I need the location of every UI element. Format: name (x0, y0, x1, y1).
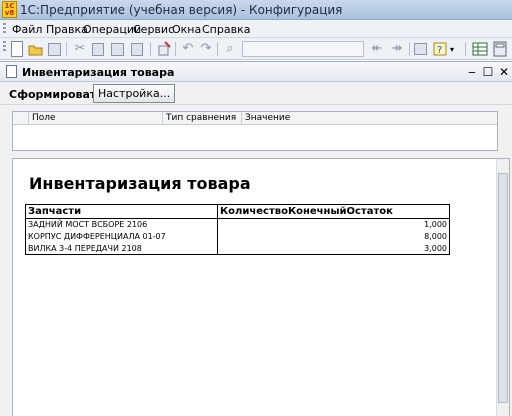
report-spreadsheet[interactable]: Инвентаризация товара Запчасти Количеств… (12, 158, 510, 416)
cell-part-name: ВИЛКА 3-4 ПЕРЕДАЧИ 2108 (25, 242, 218, 255)
toolbar-separator (217, 42, 218, 56)
copy-icon[interactable] (92, 43, 104, 56)
table-row: ЗАДНИЙ МОСТ ВСБОРЕ 2106 1,000 (25, 218, 450, 231)
column-header-quantity: КоличествоКонечныйОстаток (217, 204, 450, 219)
windows-icon[interactable] (414, 43, 427, 55)
svg-text:?: ? (437, 45, 442, 56)
settings-col-value[interactable]: Значение (242, 112, 497, 125)
open-icon[interactable] (28, 41, 44, 57)
toolbar-separator (465, 42, 466, 56)
cell-part-name: ЗАДНИЙ МОСТ ВСБОРЕ 2106 (25, 218, 218, 231)
app-titlebar: 1С v8 1С:Предприятие (учебная версия) - К… (0, 0, 512, 20)
redo-icon[interactable]: ↷ (198, 41, 214, 57)
save-icon[interactable] (48, 43, 61, 56)
toolbar-grip-icon[interactable] (3, 23, 6, 35)
cut-icon[interactable]: ✂ (72, 41, 88, 57)
search-prev-icon[interactable]: ↞ (369, 41, 385, 57)
form-titlebar: Инвентаризация товара ‒ ☐ ✕ (0, 62, 512, 82)
settings-col-marker (13, 112, 29, 125)
search-next-icon[interactable]: ↠ (389, 41, 405, 57)
toolbar-separator (66, 42, 67, 56)
menu-edit[interactable]: Правка (46, 23, 88, 36)
close-icon[interactable]: ✕ (497, 65, 511, 79)
help-icon[interactable]: ? (432, 41, 448, 57)
calculator-icon[interactable] (492, 41, 508, 57)
report-icon (6, 65, 17, 78)
report-table: Запчасти КоличествоКонечныйОстаток ЗАДНИ… (25, 204, 450, 255)
settings-col-comparison[interactable]: Тип сравнения (163, 112, 242, 125)
menu-file[interactable]: Файл (12, 23, 42, 36)
search-combo[interactable] (242, 41, 364, 57)
filter-settings-grid[interactable]: Поле Тип сравнения Значение (12, 111, 498, 151)
column-header-parts: Запчасти (25, 204, 218, 219)
menu-bar: Файл Правка Операции Сервис Окна Справка (0, 20, 512, 38)
chevron-down-icon[interactable]: ▾ (450, 41, 458, 57)
window-title: 1С:Предприятие (учебная версия) - Конфиг… (20, 3, 343, 17)
menu-help[interactable]: Справка (202, 23, 250, 36)
paste-icon[interactable] (111, 43, 124, 56)
report-title: Инвентаризация товара (29, 174, 251, 193)
settings-button[interactable]: Настройка... (93, 84, 176, 103)
toolbar-grip-icon[interactable] (3, 41, 6, 53)
settings-col-field[interactable]: Поле (29, 112, 163, 125)
report-header-row: Запчасти КоличествоКонечныйОстаток (25, 204, 450, 219)
cell-quantity: 3,000 (217, 242, 450, 255)
table-row: КОРПУС ДИФФЕРЕНЦИАЛА 01-07 8,000 (25, 230, 450, 243)
table-icon[interactable] (472, 41, 488, 57)
form-actionbar: Сформировать Настройка... (0, 83, 512, 105)
delete-icon[interactable] (156, 41, 172, 57)
report-form: Инвентаризация товара ‒ ☐ ✕ Сформировать… (0, 61, 512, 416)
toolbar-separator (175, 42, 176, 56)
undo-icon[interactable]: ↶ (180, 41, 196, 57)
cell-part-name: КОРПУС ДИФФЕРЕНЦИАЛА 01-07 (25, 230, 218, 243)
form-title: Инвентаризация товара (22, 66, 175, 79)
menu-windows[interactable]: Окна (172, 23, 201, 36)
find-icon[interactable]: ⌕ (222, 41, 238, 57)
cell-quantity: 1,000 (217, 218, 450, 231)
minimize-icon[interactable]: ‒ (465, 65, 479, 79)
scrollbar-thumb[interactable] (498, 173, 508, 403)
vertical-scrollbar[interactable] (496, 159, 509, 416)
toolbar-separator (150, 42, 151, 56)
toolbar: ✂ ↶ ↷ ⌕ ↞ ↠ ? ▾ (0, 38, 512, 60)
settings-header: Поле Тип сравнения Значение (13, 112, 497, 125)
table-row: ВИЛКА 3-4 ПЕРЕДАЧИ 2108 3,000 (25, 242, 450, 255)
maximize-icon[interactable]: ☐ (481, 65, 495, 79)
cell-quantity: 8,000 (217, 230, 450, 243)
new-document-icon[interactable] (11, 41, 23, 57)
toolbar-separator (409, 42, 410, 56)
app-logo-icon: 1С v8 (2, 1, 17, 18)
paste-special-icon[interactable] (131, 43, 143, 56)
menu-service[interactable]: Сервис (133, 23, 174, 36)
